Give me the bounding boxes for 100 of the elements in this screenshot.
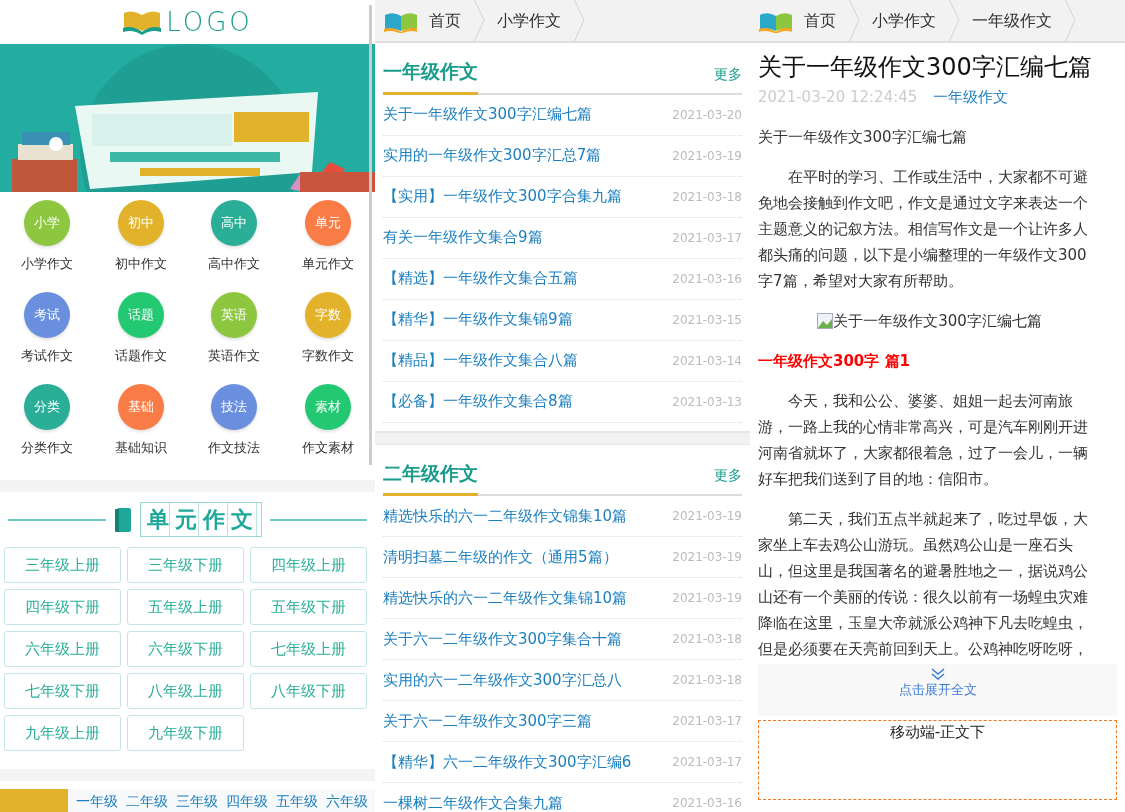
article-link[interactable]: 一棵树二年级作文合集九篇 <box>383 791 563 812</box>
article-date: 2021-03-19 <box>672 549 742 566</box>
double-chevron-icon <box>930 668 945 681</box>
article-paragraph: 第二天，我们五点半就起来了，吃过早饭，大家坐上车去鸡公山游玩。虽然鸡公山是一座石头山，但这里是我国著名的避暑胜地之一，据说鸡公山还有一个美丽的传说：很久以前有一场蝗虫灾难降临在这里，玉皇大帝就派公鸡神下凡去吃蝗虫，但是必须要在天亮前回到天上。公鸡神吃呀吃呀， <box>758 509 1089 661</box>
book-icon <box>113 506 132 533</box>
grade-button[interactable]: 九年级上册 <box>4 715 121 751</box>
category-icon: 字数 <box>305 292 352 338</box>
more-link[interactable]: 更多 <box>714 465 742 486</box>
article-link[interactable]: 清明扫墓二年级的作文（通用5篇） <box>383 545 618 569</box>
article-link[interactable]: 精选快乐的六一二年级作文集锦10篇 <box>383 586 628 610</box>
article-date: 2021-03-20 <box>672 106 742 124</box>
breadcrumb-link[interactable]: 首页 <box>425 8 465 33</box>
section-title: 单元作文 <box>139 502 262 537</box>
category-icon: 技法 <box>211 384 258 430</box>
article-paragraph: 在平时的学习、工作或生活中，大家都不可避免地会接触到作文吧，作文是通过文字来表达一个主题意义的记叙方法。相信写作文是一个让许多人都头痛的问题，以下是小编整理的一年级作文300字7篇，希望对大家有所帮助。 <box>758 167 1089 293</box>
grade-button[interactable]: 四年级上册 <box>250 547 367 583</box>
article-date: 2021-03-17 <box>672 713 742 730</box>
article-link[interactable]: 关于六一二年级作文300字三篇 <box>383 709 592 733</box>
grade-button[interactable]: 六年级上册 <box>4 631 121 667</box>
grade-button[interactable]: 五年级下册 <box>250 589 367 625</box>
category-link[interactable]: 分类 分类作文 <box>0 384 94 476</box>
category-icon: 素材 <box>305 384 352 430</box>
category-link[interactable]: 一年级作文 <box>933 85 1009 109</box>
article-date: 2021-03-13 <box>672 393 742 411</box>
category-link[interactable]: 小学 小学作文 <box>0 200 94 292</box>
grade-tab[interactable]: 二年级 <box>126 790 168 812</box>
category-link[interactable]: 话题 话题作文 <box>93 292 188 384</box>
article-link[interactable]: 【精品】一年级作文集合八篇 <box>383 349 578 372</box>
article-link[interactable]: 【必备】一年级作文集合8篇 <box>383 390 573 413</box>
category-link[interactable]: 高中 高中作文 <box>187 200 282 292</box>
article-text: 关于一年级作文300字汇编七篇 <box>758 127 968 149</box>
category-link[interactable]: 素材 作文素材 <box>281 384 375 476</box>
category-link[interactable]: 初中 初中作文 <box>93 200 188 292</box>
tab-indicator <box>0 789 68 812</box>
logo-text: LOGO <box>166 9 253 35</box>
category-icon: 分类 <box>23 384 70 430</box>
more-link[interactable]: 更多 <box>714 63 742 85</box>
category-icon: 基础 <box>117 384 164 430</box>
breadcrumb-link[interactable]: 一年级作文 <box>968 8 1056 33</box>
grade-tab[interactable]: 六年级 <box>326 790 368 812</box>
breadcrumb-link[interactable]: 首页 <box>800 8 840 33</box>
article-date: 2021-03-16 <box>672 270 742 288</box>
grade-button[interactable]: 三年级上册 <box>4 547 121 583</box>
book-logo-icon <box>122 9 163 35</box>
grade-button[interactable]: 四年级下册 <box>4 589 121 625</box>
category-link[interactable]: 英语 英语作文 <box>187 292 282 384</box>
grade-button[interactable]: 八年级上册 <box>127 673 244 709</box>
category-icon: 初中 <box>117 200 164 246</box>
section-heading: 一年级作文300字 篇1 <box>758 351 911 373</box>
article-link[interactable]: 有关一年级作文集合9篇 <box>383 226 543 249</box>
category-icon: 英语 <box>211 292 258 338</box>
expand-link[interactable]: 点击展开全文 <box>758 664 1117 716</box>
breadcrumb-link[interactable]: 小学作文 <box>868 8 940 33</box>
article-link[interactable]: 实用的六一二年级作文300字汇总八 <box>383 668 622 692</box>
article-link[interactable]: 关于六一二年级作文300字集合十篇 <box>383 627 622 651</box>
article-title: 关于一年级作文300字汇编七篇 <box>758 53 1093 82</box>
category-link[interactable]: 基础 基础知识 <box>93 384 188 476</box>
category-link[interactable]: 考试 考试作文 <box>0 292 94 384</box>
category-link[interactable]: 字数 字数作文 <box>281 292 375 384</box>
article-link[interactable]: 【精选】一年级作文集合五篇 <box>383 267 578 290</box>
broken-image-icon <box>817 313 834 330</box>
scrollbar[interactable] <box>369 5 372 465</box>
grade-button[interactable]: 六年级下册 <box>127 631 244 667</box>
category-icon: 单元 <box>305 200 352 246</box>
category-icon: 高中 <box>211 200 258 246</box>
article-link[interactable]: 【实用】一年级作文300字合集九篇 <box>383 185 622 208</box>
category-icon: 话题 <box>117 292 164 338</box>
category-link[interactable]: 技法 作文技法 <box>187 384 282 476</box>
article-date: 2021-03-16 <box>672 795 742 812</box>
article-date: 2021-03-18 <box>672 188 742 206</box>
article-link[interactable]: 精选快乐的六一二年级作文锦集10篇 <box>383 504 628 528</box>
grade-tab[interactable]: 四年级 <box>226 790 268 812</box>
grade-button[interactable]: 九年级下册 <box>127 715 244 751</box>
article-link[interactable]: 关于一年级作文300字汇编七篇 <box>383 103 592 126</box>
article-paragraph: 今天，我和公公、婆婆、姐姐一起去河南旅游，一路上我的心情非常高兴，可是汽车刚刚开进河南省就坏了，大家都很着急，过了一会儿，一辆好车把我们送到了目的地：信阳市。 <box>758 391 1089 491</box>
grade-button[interactable]: 七年级上册 <box>250 631 367 667</box>
grade-button[interactable]: 七年级下册 <box>4 673 121 709</box>
category-icon: 考试 <box>23 292 70 338</box>
grade-button[interactable]: 八年级下册 <box>250 673 367 709</box>
article-date: 2021-03-19 <box>672 147 742 165</box>
article-date: 2021-03-18 <box>672 631 742 648</box>
category-icon: 小学 <box>23 200 70 246</box>
grade-button[interactable]: 五年级上册 <box>127 589 244 625</box>
grade-button[interactable]: 三年级下册 <box>127 547 244 583</box>
ad-label: 移动端-正文下 <box>889 722 986 741</box>
article-link[interactable]: 【精华】六一二年级作文300字汇编6 <box>383 750 632 774</box>
grade-tab[interactable]: 一年级 <box>76 790 118 812</box>
section-title: 一年级作文 <box>383 57 478 95</box>
article-link[interactable]: 【精华】一年级作文集锦9篇 <box>383 308 573 331</box>
grade-tab[interactable]: 五年级 <box>276 790 318 812</box>
article-link[interactable]: 实用的一年级作文300字汇总7篇 <box>383 144 602 167</box>
article-date: 2021-03-14 <box>672 352 742 370</box>
article-date: 2021-03-17 <box>672 754 742 771</box>
image-alt-text: 关于一年级作文300字汇编七篇 <box>833 311 1042 333</box>
article-date: 2021-03-15 <box>672 311 742 329</box>
article-date: 2021-03-17 <box>672 229 742 247</box>
breadcrumb-link[interactable]: 小学作文 <box>493 8 565 33</box>
grade-tab[interactable]: 三年级 <box>176 790 218 812</box>
article-date: 2021-03-19 <box>672 508 742 525</box>
category-link[interactable]: 单元 单元作文 <box>281 200 375 292</box>
